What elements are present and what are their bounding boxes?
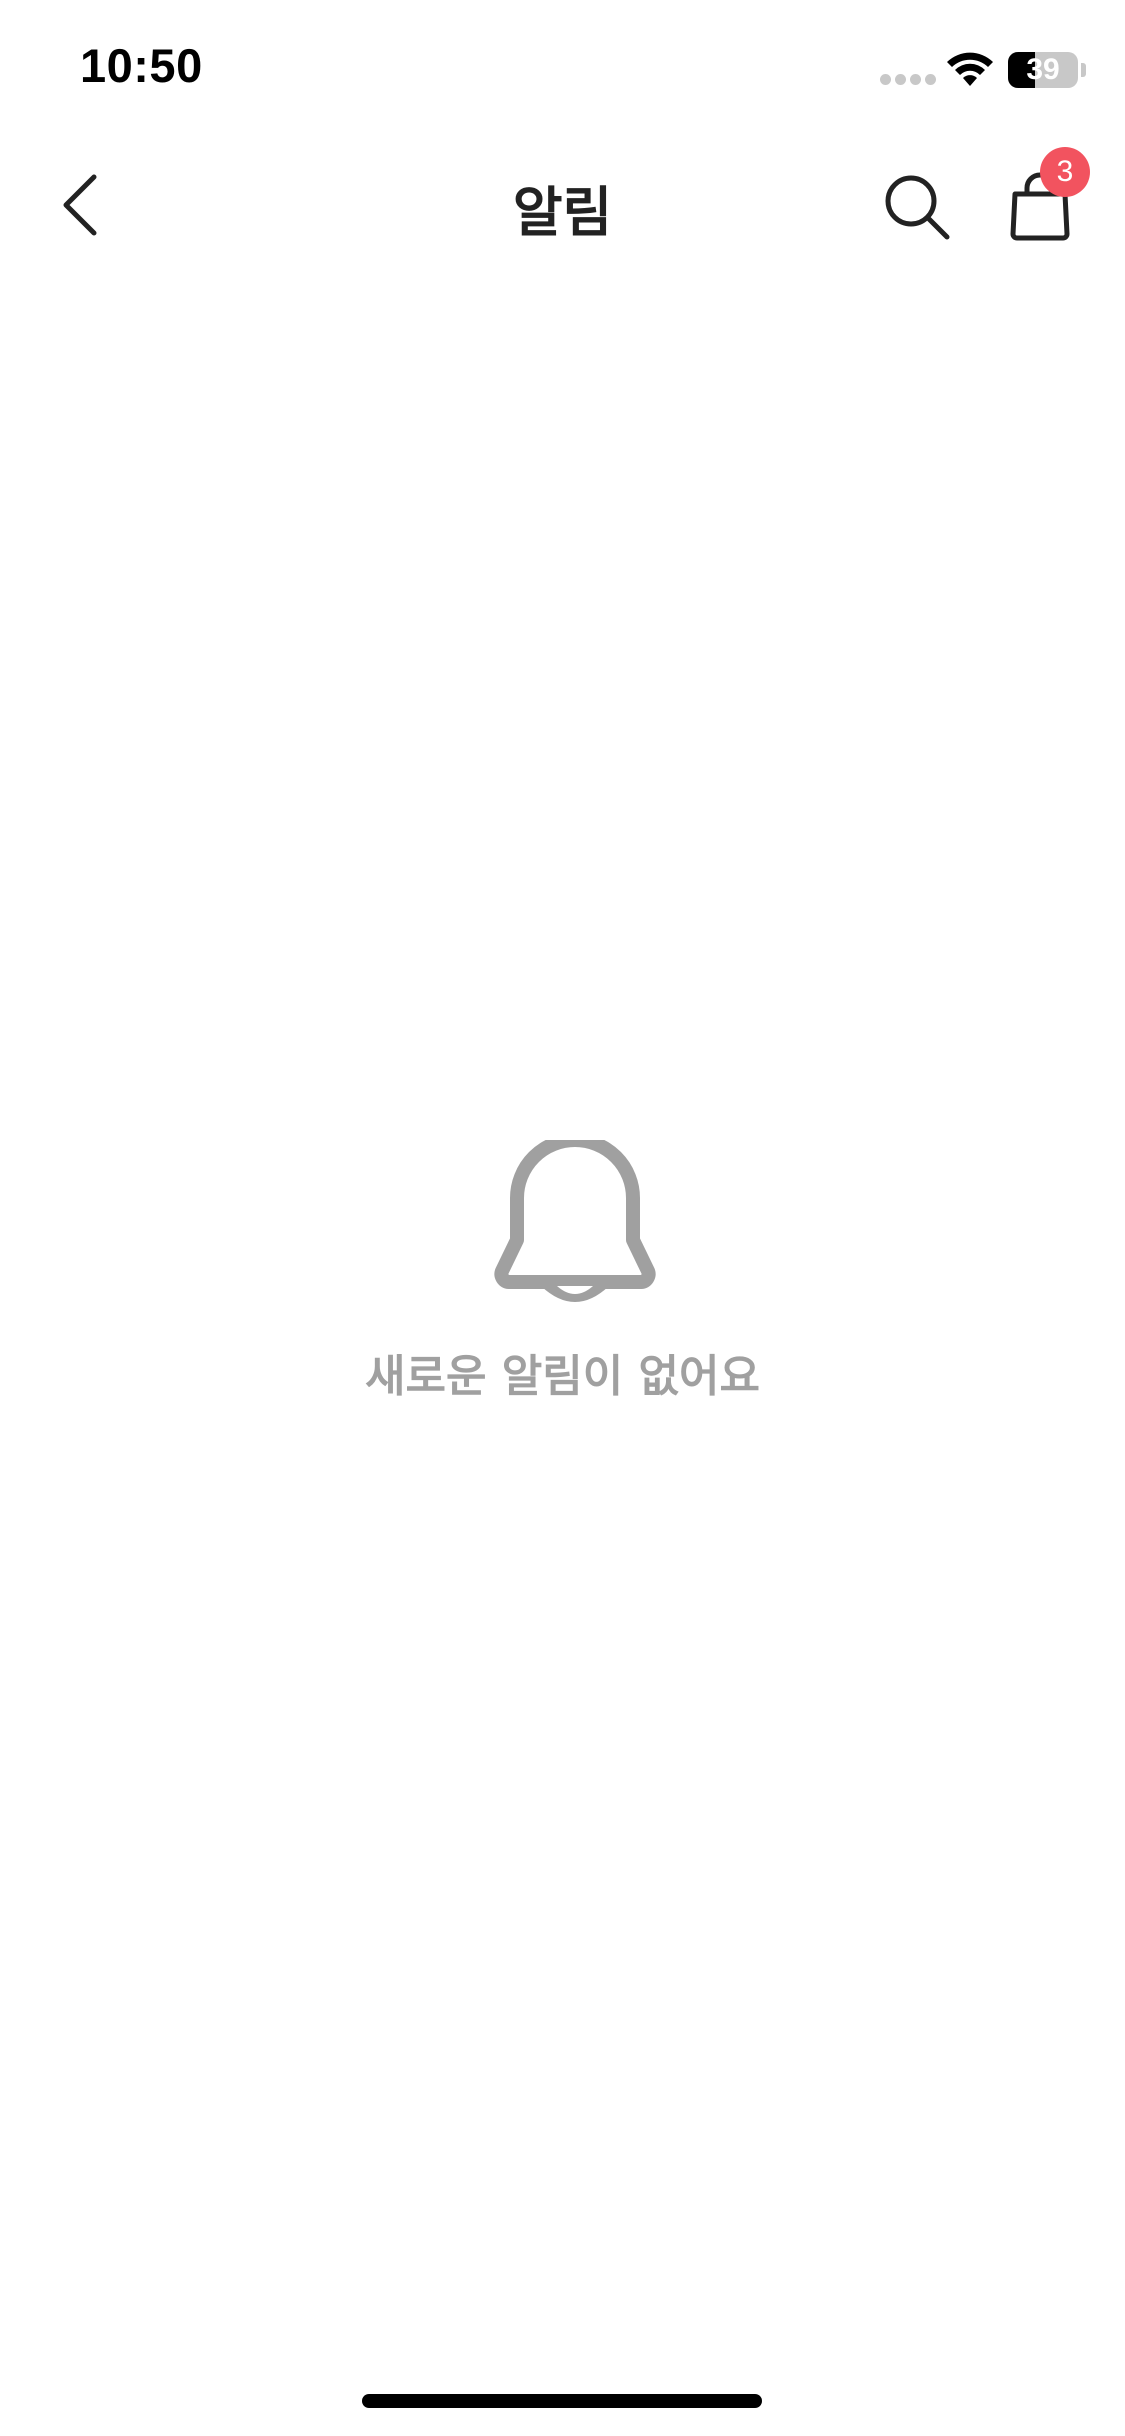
- search-icon: [885, 175, 950, 240]
- status-time: 10:50: [80, 39, 203, 92]
- empty-state: 새로운 알림이 없어요: [0, 1140, 1125, 1420]
- battery-icon: 39: [1008, 52, 1078, 88]
- bell-icon: [494, 1140, 656, 1302]
- empty-message: 새로운 알림이 없어요: [365, 1351, 760, 1402]
- battery-nub: [1081, 63, 1086, 77]
- wifi-icon: [947, 52, 993, 86]
- navigation-bar: 알림: [0, 140, 1125, 270]
- home-indicator[interactable]: [362, 2394, 762, 2408]
- cart-count-badge: 3: [1040, 147, 1090, 197]
- cellular-signal-icon: [880, 74, 936, 86]
- battery-level: 39: [1026, 53, 1060, 86]
- status-bar: 10:50 39: [0, 0, 1125, 140]
- search-button[interactable]: [872, 162, 962, 252]
